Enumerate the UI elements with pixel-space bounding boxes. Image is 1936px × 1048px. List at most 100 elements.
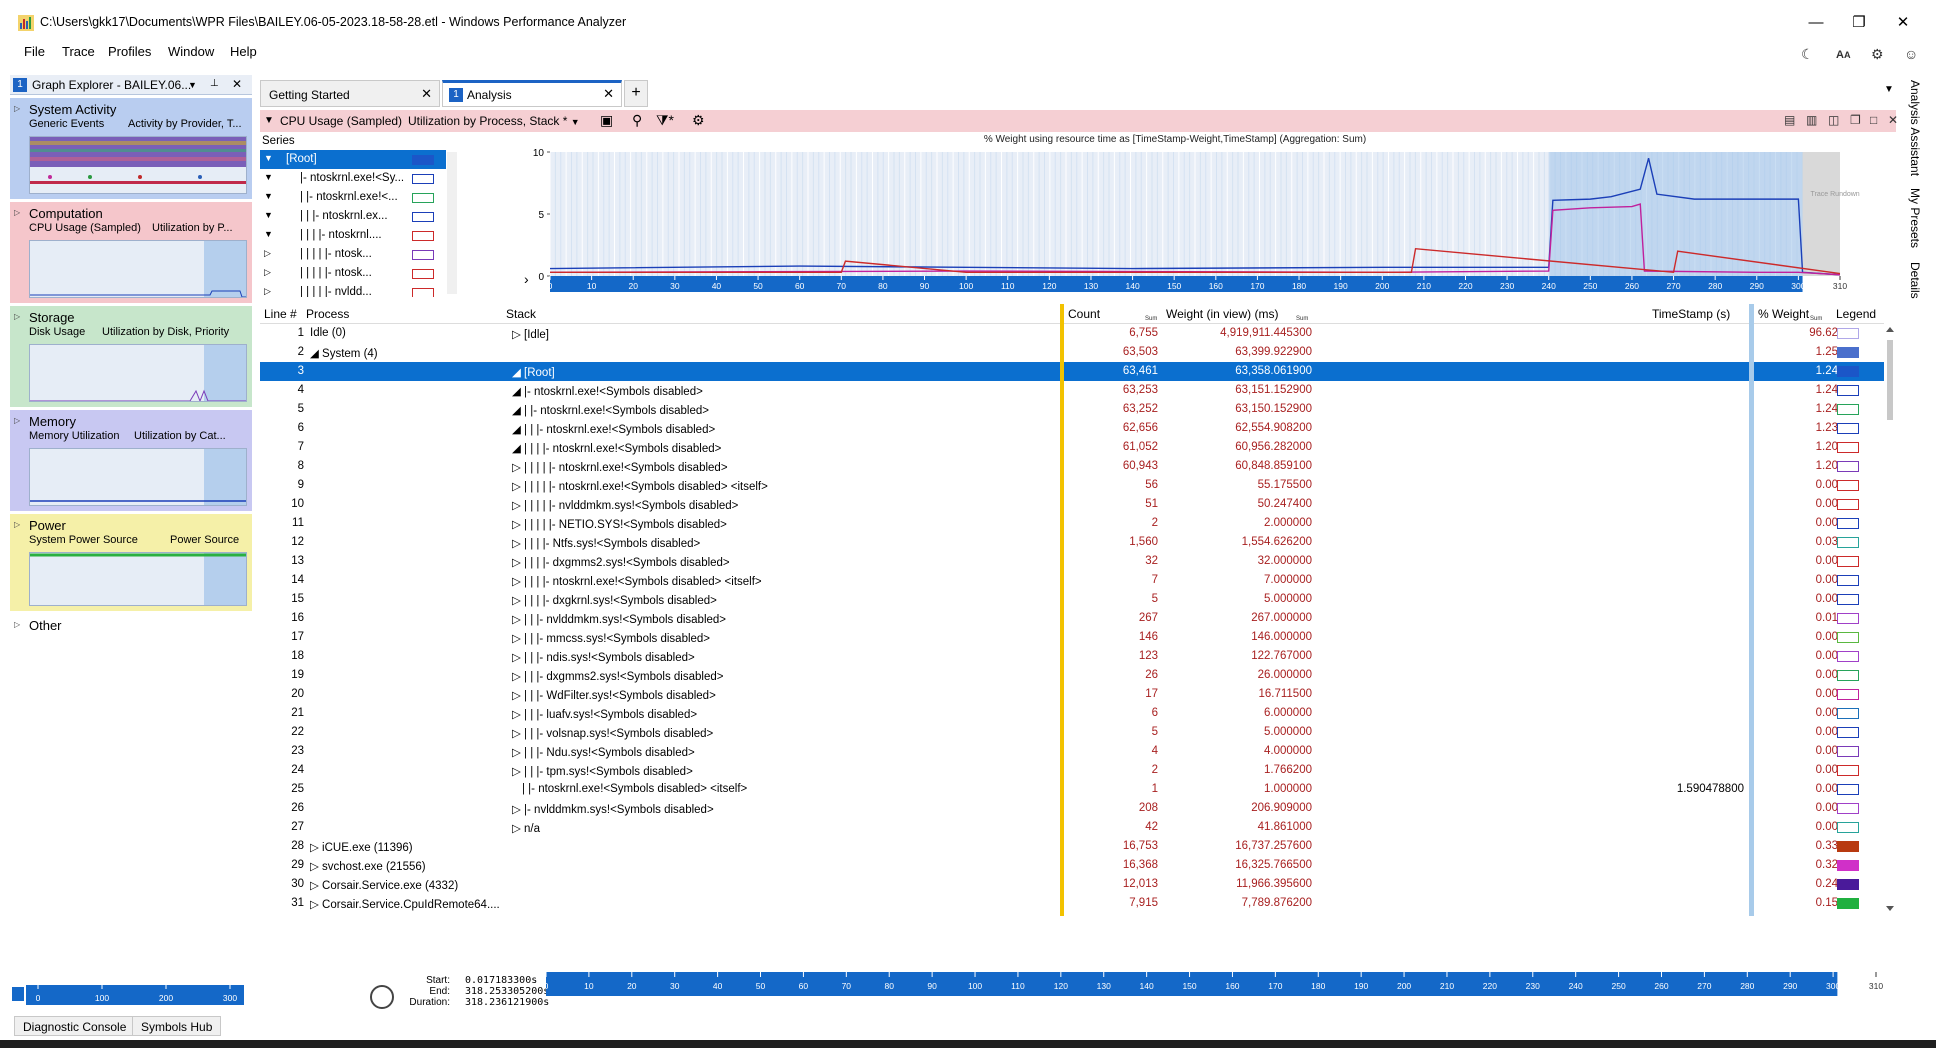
legend-swatch[interactable]	[1837, 860, 1859, 871]
tab-getting-started[interactable]: Getting Started ✕	[260, 80, 440, 107]
table-row[interactable]: 23 ▷ | | |- Ndu.sys!<Symbols disabled> 4 4.…	[260, 742, 1884, 761]
table-row[interactable]: 4 ◢ |- ntoskrnl.exe!<Symbols disabled> 63,…	[260, 381, 1884, 400]
col-process[interactable]: Process	[306, 307, 349, 321]
legend-swatch[interactable]	[1837, 689, 1859, 700]
diagnostic-console-button[interactable]: Diagnostic Console	[14, 1016, 136, 1036]
series-row[interactable]: ▷ | | | | |- ntosk...	[260, 245, 446, 264]
legend-swatch[interactable]	[1837, 537, 1859, 548]
table-row[interactable]: 21 ▷ | | |- luafv.sys!<Symbols disabled> 6…	[260, 704, 1884, 723]
col-count[interactable]: Count	[1068, 307, 1100, 321]
menu-profiles[interactable]: Profiles	[108, 44, 151, 59]
table-row[interactable]: 3 ◢ [Root] 63,461 63,358.061900 1.24	[260, 362, 1884, 381]
table-row[interactable]: 9 ▷ | | | | |- ntoskrnl.exe!<Symbols disa…	[260, 476, 1884, 495]
power-thumbnail[interactable]	[29, 552, 247, 606]
table-row[interactable]: 11 ▷ | | | | |- NETIO.SYS!<Symbols disabl…	[260, 514, 1884, 533]
expand-arrow-icon[interactable]: ▷	[14, 520, 20, 529]
table-row[interactable]: 6 ◢ | | |- ntoskrnl.exe!<Symbols disabled…	[260, 419, 1884, 438]
table-row[interactable]: 7 ◢ | | | |- ntoskrnl.exe!<Symbols disabl…	[260, 438, 1884, 457]
table-row[interactable]: 25 | |- ntoskrnl.exe!<Symbols disabled> <…	[260, 780, 1884, 799]
table-row[interactable]: 22 ▷ | | |- volsnap.sys!<Symbols disabled…	[260, 723, 1884, 742]
expand-arrow-icon[interactable]: ▷	[14, 312, 20, 321]
series-row[interactable]: ▼ | |- ntoskrnl.exe!<...	[260, 188, 446, 207]
category-computation[interactable]: ▷ Computation CPU Usage (Sampled) Utiliz…	[10, 202, 252, 303]
table-row[interactable]: 5 ◢ | |- ntoskrnl.exe!<Symbols disabled> 6…	[260, 400, 1884, 419]
table-row[interactable]: 8 ▷ | | | | |- ntoskrnl.exe!<Symbols disa…	[260, 457, 1884, 476]
legend-swatch[interactable]	[1837, 746, 1859, 757]
split-mode-icon[interactable]: ◫	[1828, 113, 1839, 127]
tab-analysis[interactable]: 1 Analysis ✕	[442, 80, 622, 107]
close-icon[interactable]: ✕	[603, 86, 614, 102]
legend-swatch[interactable]	[1837, 784, 1859, 795]
chevron-down-icon[interactable]: ▼	[188, 80, 197, 90]
legend-swatch[interactable]	[1837, 347, 1859, 358]
table-row[interactable]: 27 ▷ n/a 42 41.861000 0.00	[260, 818, 1884, 837]
graph-explorer-close-button[interactable]: ✕	[232, 77, 242, 91]
legend-swatch[interactable]	[412, 174, 434, 184]
table-row[interactable]: 26 ▷ |- nvlddmkm.sys!<Symbols disabled> 20…	[260, 799, 1884, 818]
feedback-icon[interactable]: ☺	[1904, 46, 1918, 62]
table-row[interactable]: 24 ▷ | | |- tpm.sys!<Symbols disabled> 2 1.…	[260, 761, 1884, 780]
filter-icon[interactable]: ⧩*	[656, 112, 674, 129]
legend-swatch[interactable]	[1837, 328, 1859, 339]
table-row[interactable]: 14 ▷ | | | |- ntoskrnl.exe!<Symbols disab…	[260, 571, 1884, 590]
legend-swatch[interactable]	[1837, 803, 1859, 814]
menu-window[interactable]: Window	[168, 44, 214, 59]
col-timestamp[interactable]: TimeStamp (s)	[1652, 307, 1730, 321]
pin-icon[interactable]: ⊥	[210, 78, 219, 89]
menu-trace[interactable]: Trace	[62, 44, 95, 59]
chart-mode-icon[interactable]: ▥	[1806, 113, 1817, 127]
legend-swatch[interactable]	[1837, 518, 1859, 529]
legend-swatch[interactable]	[1837, 613, 1859, 624]
table-row[interactable]: 20 ▷ | | |- WdFilter.sys!<Symbols disable…	[260, 685, 1884, 704]
legend-swatch[interactable]	[412, 288, 434, 297]
expand-arrow-icon[interactable]: ▼	[264, 153, 273, 163]
minimize-button[interactable]: —	[1799, 10, 1833, 36]
col-weight[interactable]: Weight (in view) (ms)	[1166, 307, 1278, 321]
generic-events-thumbnail[interactable]	[29, 136, 247, 194]
expand-arrow-icon[interactable]: ▷	[14, 416, 20, 425]
legend-swatch[interactable]	[412, 231, 434, 241]
legend-swatch[interactable]	[1837, 480, 1859, 491]
close-icon[interactable]: ✕	[421, 86, 432, 102]
legend-swatch[interactable]	[1837, 499, 1859, 510]
expand-arrow-icon[interactable]: ▷	[264, 286, 271, 297]
preset-dropdown[interactable]: Utilization by Process, Stack * ▼	[408, 114, 580, 128]
expand-arrow-icon[interactable]: ▷	[14, 620, 20, 629]
table-row[interactable]: 19 ▷ | | |- dxgmms2.sys!<Symbols disabled…	[260, 666, 1884, 685]
legend-swatch[interactable]	[412, 193, 434, 203]
expand-arrow-icon[interactable]: ▼	[264, 210, 273, 220]
cpu-usage-thumbnail[interactable]	[29, 240, 247, 298]
my-presets-tab[interactable]: My Presets	[1900, 188, 1922, 258]
legend-swatch[interactable]	[1837, 442, 1859, 453]
category-power[interactable]: ▷ Power System Power Source Power Source	[10, 514, 252, 611]
table-row[interactable]: 17 ▷ | | |- mmcss.sys!<Symbols disabled> 1…	[260, 628, 1884, 647]
col-line[interactable]: Line #	[264, 307, 297, 321]
legend-swatch[interactable]	[1837, 594, 1859, 605]
table-row[interactable]: 1 Idle (0) ▷ [Idle] 6,755 4,919,911.445300 96…	[260, 324, 1884, 343]
legend-swatch[interactable]	[412, 155, 434, 165]
legend-swatch[interactable]	[1837, 423, 1859, 434]
legend-swatch[interactable]	[1837, 385, 1859, 396]
legend-swatch[interactable]	[1837, 765, 1859, 776]
expand-arrow-icon[interactable]: ▼	[264, 191, 273, 201]
legend-swatch[interactable]	[1837, 670, 1859, 681]
series-row[interactable]: ▷ | | | | |- nvldd...	[260, 283, 446, 297]
graphing-divider[interactable]	[1749, 304, 1754, 916]
legend-swatch[interactable]	[412, 250, 434, 260]
undock-icon[interactable]: ❐	[1850, 113, 1861, 127]
legend-swatch[interactable]	[1837, 632, 1859, 643]
settings-gear-icon[interactable]: ⚙	[1871, 46, 1884, 63]
category-system-activity[interactable]: ▷ System Activity Generic Events Activit…	[10, 98, 252, 199]
series-list[interactable]: ▼ [Root] ▼ |- ntoskrnl.exe!<Sy... ▼ | |- ntos…	[260, 150, 460, 297]
table-scrollbar[interactable]	[1884, 326, 1896, 916]
legend-swatch[interactable]	[1837, 556, 1859, 567]
mini-timeline[interactable]: 0 100 200 300	[10, 985, 245, 1009]
legend-swatch[interactable]	[1837, 727, 1859, 738]
series-row[interactable]: ▼ | | |- ntoskrnl.ex...	[260, 207, 446, 226]
category-storage[interactable]: ▷ Storage Disk Usage Utilization by Disk…	[10, 306, 252, 407]
series-row[interactable]: ▷ | | | | |- ntosk...	[260, 264, 446, 283]
legend-swatch[interactable]	[1837, 898, 1859, 909]
legend-swatch[interactable]	[1837, 366, 1859, 377]
expand-arrow-icon[interactable]: ▷	[264, 248, 271, 259]
menu-help[interactable]: Help	[230, 44, 257, 59]
